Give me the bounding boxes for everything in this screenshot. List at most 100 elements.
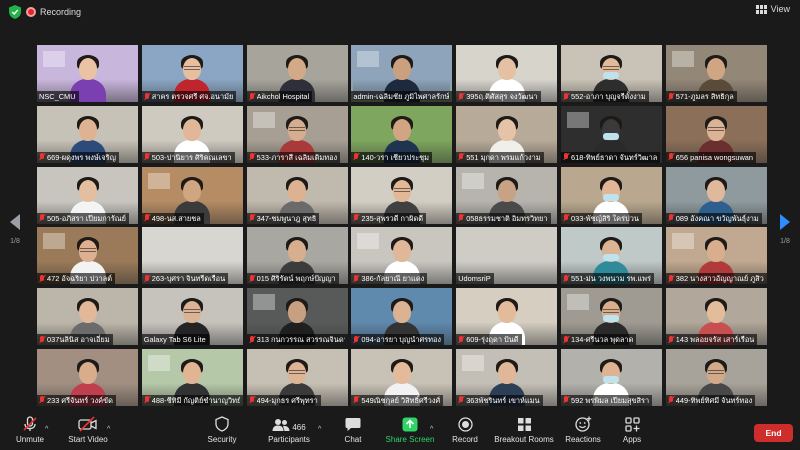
breakout-rooms-button[interactable]: Breakout Rooms [494,416,554,444]
participant-tile[interactable]: 669-ผดุงพร พงษ์เจริญ [37,105,138,163]
participant-name-bar: 503-ปานิยาร ศิริคณเลขา [141,151,235,163]
participant-name-bar: 140-วรา เชียวประชุม [351,151,433,163]
background-window [147,172,170,189]
participant-tile[interactable]: 571-ภูมลร สิทธิกุล [665,45,767,102]
participant-tile[interactable]: 347-ชมพูนาฎ สุทธิ [246,166,348,224]
participant-tile[interactable]: 058ธรรมชาติ อิมทรวิทยา [456,166,558,224]
participant-tile[interactable]: 395ฤ.ติศัสสุร จงวัฒนา [456,45,558,102]
muted-mic-icon [563,153,569,161]
background-window [671,51,694,67]
muted-mic-icon [668,92,674,101]
muted-mic-icon [668,214,674,222]
participant-name: 488-ชีทิมี กัญติย์ชำนาญวิทย์ [151,395,240,405]
participant-tile[interactable]: 382 นางสาวอัญญาณย์ ภูสิว [665,227,767,285]
muted-mic-icon [563,274,569,283]
participant-tile[interactable]: 552-อาภา บุญจรีตั้งงาม [560,45,662,102]
muted-mic-icon [353,396,359,404]
participant-tile[interactable]: 233 ศรีจันทร์ วงค์ขัด [37,348,138,406]
participant-tile[interactable]: 551-ม่น วงพนาม รพ.แพร่ [560,227,662,285]
unmute-button[interactable]: Unmute [12,416,48,444]
participant-tile[interactable]: 498-นส.สายชล [141,166,243,224]
apps-button[interactable]: Apps [618,416,646,444]
participant-tile[interactable]: 494-มุกธร ศรีพุทรา [246,348,348,406]
breakout-rooms-label: Breakout Rooms [494,435,554,444]
participants-icon [272,419,290,431]
participant-tile[interactable]: 140-วรา เชียวประชุม [351,105,453,163]
participant-tile[interactable]: 094-อารยา บุญนำศรทอง [351,288,453,346]
participant-tile[interactable]: 656 panisa wongsuwan [665,105,767,163]
page-indicator-right: 1/8 [780,238,790,245]
participant-name: 503-ปานิยาร ศิริคณเลขา [151,152,232,162]
share-options-caret-icon[interactable]: ^ [430,426,433,433]
record-button[interactable]: Record [448,416,482,444]
previous-page-button[interactable]: 1/8 [5,214,25,245]
unmute-label: Unmute [15,435,44,444]
participants-button[interactable]: 466 Participants [266,416,312,444]
participant-tile[interactable]: admin-เฉลิมชัย ภูมิไพศาลรักษ์ [351,45,453,102]
participant-tile[interactable]: Galaxy Tab S6 Lite [141,288,243,346]
participant-tile[interactable]: สาคร ตรวจศรี ศจ.อนามัย [141,45,243,102]
participant-tile[interactable]: 549ณิชกุลย์ วิสิทธิ์ศรีวงศ์ [351,348,453,406]
participants-options-caret-icon[interactable]: ^ [318,426,321,433]
muted-mic-icon [668,335,674,344]
view-button[interactable]: View [755,4,790,14]
background-window [357,51,380,67]
recording-indicator[interactable]: Recording [26,4,81,20]
participant-tile[interactable]: 235-สุพรวดี กาผิดดี [351,166,453,224]
participant-name-bar: 533-ภาราสี เฉลิมเดิมทอง [246,151,341,163]
audio-options-caret-icon[interactable]: ^ [45,426,48,433]
participant-tile[interactable]: 363พัชรินทร์ เขาห์แมน [456,348,558,406]
chat-button[interactable]: Chat [338,416,368,444]
participant-tile[interactable]: 609-รุ่งฤดา ปันดี [456,288,558,346]
participant-tile[interactable]: 089 อังคณา ขวัญพันธุ์งาม [665,166,767,224]
participant-tile[interactable]: 134-ศรีนวล พุดลาด [560,288,662,346]
share-screen-icon [402,416,418,432]
participant-name-bar: 143 พลอยจรัส เสาร์เรือน [665,334,758,346]
participant-name: 058ธรรมชาติ อิมทรวิทยา [466,213,548,223]
participant-name-bar: 669-ผดุงพร พงษ์เจริญ [37,151,119,163]
muted-mic-icon [249,153,255,161]
participant-tile[interactable]: 551 มุกดา พรมแก้วงาม [456,105,558,163]
security-label: Security [207,435,237,444]
participant-tile[interactable]: 263-บุศรา จินทรีดเรือน [141,227,243,285]
participant-name: 395ฤ.ติศัสสุร จงวัฒนา [466,92,538,101]
participant-tile[interactable]: 015 ศิริรัตน์ พฤกษ์ปัญญา [246,227,348,285]
background-window [252,111,275,128]
participant-tile[interactable]: 488-ชีทิมี กัญติย์ชำนาญวิทย์ [141,348,243,406]
participant-tile[interactable]: 037นลินิส อาจเอี่ยม [37,288,138,346]
participant-tile[interactable]: 618-ทิพย์ธาดา จันทร์วิฒาล [560,105,662,163]
start-video-button[interactable]: Start Video [64,416,112,444]
participant-tile[interactable]: 386-กัลยาณี ยาแดง [351,227,453,285]
encryption-shield-icon[interactable] [9,5,21,19]
security-button[interactable]: Security [204,416,240,444]
muted-mic-icon [144,274,150,283]
participant-tile[interactable]: 533-ภาราสี เฉลิมเดิมทอง [246,105,348,163]
participant-tile[interactable]: 472 อัจฉริยา ปวาลต์ [37,227,138,285]
share-screen-button[interactable]: Share Screen [384,416,436,444]
end-meeting-button[interactable]: End [754,424,793,442]
participant-name-bar: 609-รุ่งฤดา ปันดี [456,334,522,346]
reactions-button[interactable]: Reactions [564,416,602,444]
participant-name-bar: 386-กัลยาณี ยาแดง [351,273,428,285]
participant-tile[interactable]: 592 พรพิมล เปียมสุขสิรา [560,348,662,406]
participant-tile[interactable]: 505-อภิสรา เปียมการัณย์ [37,166,138,224]
chat-bubble-icon [345,416,361,432]
muted-mic-icon [353,274,359,283]
participant-tile[interactable]: 033-พัชญ์สิริ ใคร่ปวน [560,166,662,224]
participant-tile[interactable]: UdomsriP [456,227,558,285]
participant-name-bar: 494-มุกธร ศรีพุทรา [246,394,321,406]
participant-name: 551-ม่น วงพนาม รพ.แพร่ [570,274,652,284]
participant-tile[interactable]: 449-ทิพย์ทิศมี จันทร์ทอง [665,348,767,406]
next-page-button[interactable]: 1/8 [775,214,795,245]
muted-mic-icon [458,335,464,344]
video-options-caret-icon[interactable]: ^ [107,426,110,433]
participant-tile[interactable]: 143 พลอยจรัส เสาร์เรือน [665,288,767,346]
participant-tile[interactable]: 313 กนกวรรณ สวรรณจินดา [246,288,348,346]
muted-mic-icon [39,274,45,283]
participant-tile[interactable]: Aikchol Hospital [246,45,348,102]
participant-name: สาคร ตรวจศรี ศจ.อนามัย [151,92,234,101]
arrow-right-icon [780,214,790,230]
participant-tile[interactable]: 503-ปานิยาร ศิริคณเลขา [141,105,243,163]
participant-tile[interactable]: NSC_CMU [37,45,138,102]
participant-name: 263-บุศรา จินทรีดเรือน [151,274,226,284]
